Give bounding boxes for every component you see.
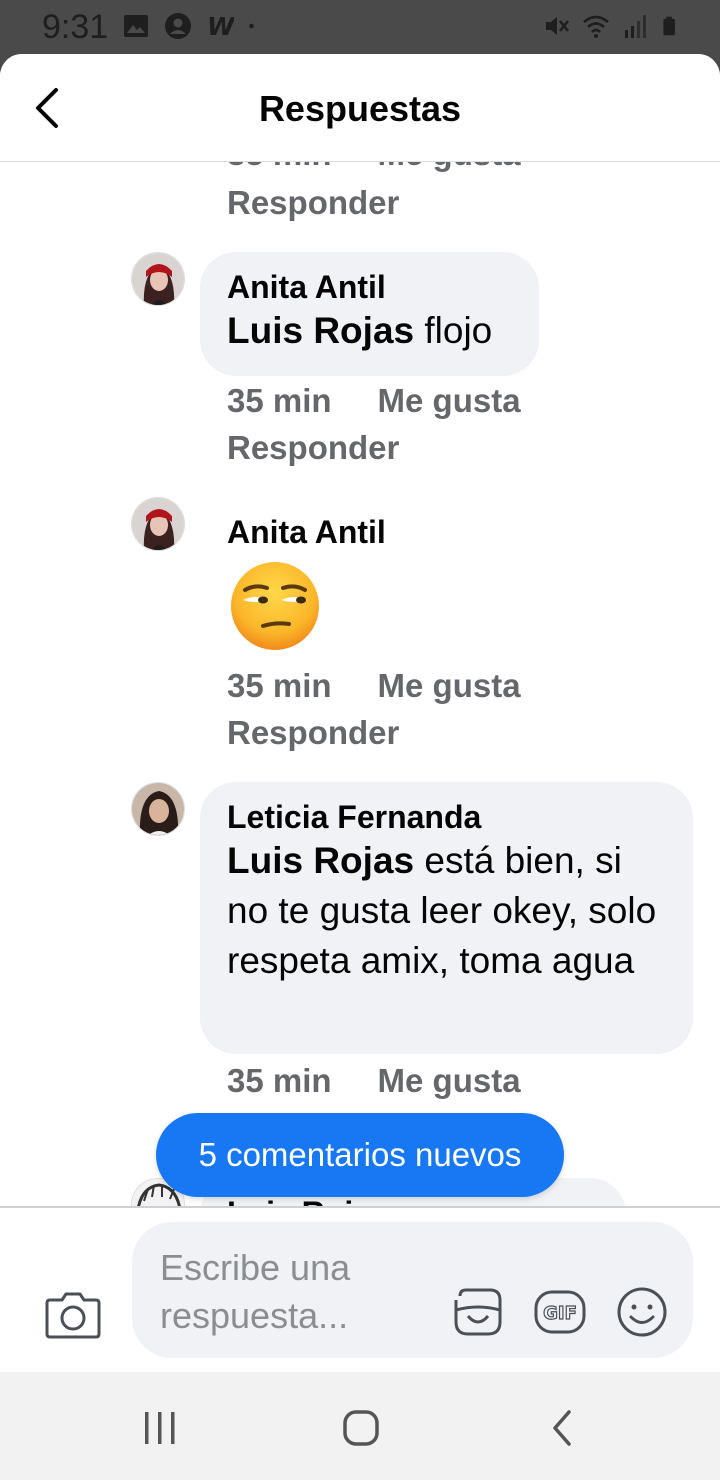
comment-time: 35 min xyxy=(227,1062,332,1099)
reply-link[interactable]: Responder xyxy=(227,429,399,467)
reply-link[interactable]: Responder xyxy=(227,714,399,752)
comment-author[interactable]: Anita Antil xyxy=(227,514,386,551)
reply-placeholder: Escribe una respuesta... xyxy=(160,1247,351,1336)
comment-bubble[interactable]: Leticia Fernanda Luis Rojas está bien, s… xyxy=(200,782,693,1054)
header: Respuestas xyxy=(0,54,720,162)
nav-back-icon[interactable] xyxy=(543,1408,583,1448)
status-bar: 9:31 W xyxy=(0,0,720,54)
comment-bubble[interactable]: Anita Antil Luis Rojas flojo xyxy=(200,252,539,376)
like-link[interactable]: Me gusta xyxy=(378,1062,521,1100)
status-left-icons: W xyxy=(122,12,262,40)
wifi-icon xyxy=(583,15,609,38)
app-w-icon: W xyxy=(207,12,234,40)
avatar-anita-image xyxy=(132,498,184,550)
comment-meta: 35 min Me gusta xyxy=(227,667,521,705)
comment-meta: 35 min Me gusta xyxy=(227,1062,521,1100)
camera-icon[interactable] xyxy=(44,1288,102,1340)
like-link[interactable]: Me gusta xyxy=(378,382,521,420)
avatar[interactable] xyxy=(131,252,185,306)
avatar-leticia-image xyxy=(132,783,184,835)
svg-text:GIF: GIF xyxy=(543,1303,577,1324)
comment-time: 35 min xyxy=(227,162,332,173)
reply-link[interactable]: Responder xyxy=(227,184,399,222)
svg-text:W: W xyxy=(207,12,234,40)
unamused-face-icon xyxy=(231,562,319,650)
account-icon xyxy=(165,13,191,39)
reply-input[interactable]: Escribe una respuesta... GIF xyxy=(132,1222,693,1358)
replies-sheet: Respuestas 35 min Me gusta Responder Ani… xyxy=(0,54,720,1372)
replies-list[interactable]: 35 min Me gusta Responder Anita Antil Lu… xyxy=(0,162,720,1206)
dot-icon xyxy=(249,23,254,29)
avatar[interactable] xyxy=(131,497,185,551)
status-right-icons xyxy=(542,12,682,40)
comment-text: Luis Rojas flojo xyxy=(227,306,512,356)
comment-meta-top: 35 min Me gusta xyxy=(227,162,521,173)
comment-meta: 35 min Me gusta xyxy=(227,382,521,420)
comment-body: flojo xyxy=(414,310,493,351)
avatar-anita-image xyxy=(132,253,184,305)
comment-time: 35 min xyxy=(227,667,332,704)
comment-time: 35 min xyxy=(227,382,332,419)
comment-author[interactable]: Anita Antil xyxy=(227,268,512,306)
like-link[interactable]: Me gusta xyxy=(378,162,521,173)
new-comments-button[interactable]: 5 comentarios nuevos xyxy=(156,1113,564,1197)
like-link[interactable]: Me gusta xyxy=(378,667,521,705)
sticker-icon[interactable] xyxy=(450,1284,506,1340)
gif-icon[interactable]: GIF xyxy=(532,1284,588,1340)
system-nav-bar xyxy=(0,1372,720,1480)
home-icon[interactable] xyxy=(341,1408,381,1448)
comment-author[interactable]: Leticia Fernanda xyxy=(227,798,666,836)
mute-icon xyxy=(546,17,570,35)
gallery-icon xyxy=(124,15,148,37)
recents-icon[interactable] xyxy=(140,1408,180,1448)
emoji-icon[interactable] xyxy=(614,1284,670,1340)
comment-text: Luis Rojas está bien, si no te gusta lee… xyxy=(227,836,666,986)
battery-icon xyxy=(663,16,675,36)
reply-composer: Escribe una respuesta... GIF xyxy=(0,1206,720,1372)
signal-icon xyxy=(625,15,646,38)
page-title: Respuestas xyxy=(258,88,462,129)
mention-link[interactable]: Luis Rojas xyxy=(227,310,414,351)
avatar[interactable] xyxy=(131,782,185,836)
status-time: 9:31 xyxy=(42,8,109,46)
mention-link[interactable]: Luis Rojas xyxy=(227,840,414,881)
